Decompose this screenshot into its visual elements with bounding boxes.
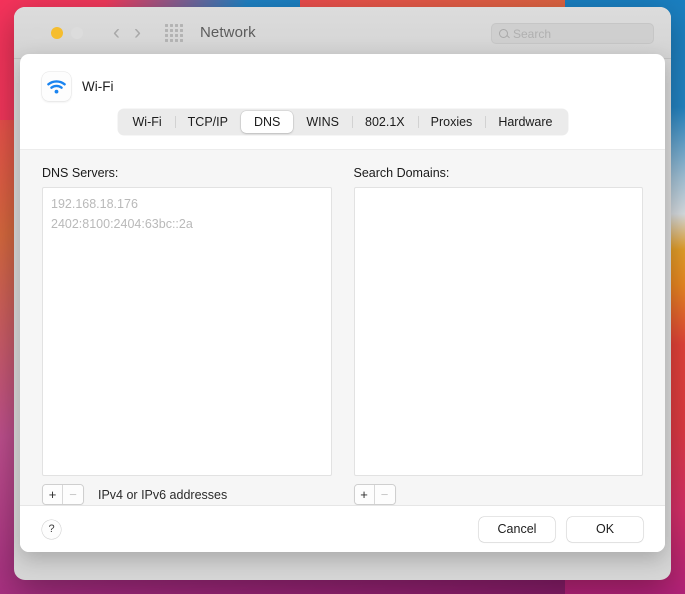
tab-wifi[interactable]: Wi-Fi [120,111,175,133]
back-arrow-icon[interactable]: ‹ [113,22,120,43]
dns-servers-list[interactable]: 192.168.18.176 2402:8100:2404:63bc::2a [42,187,332,476]
dns-servers-label: DNS Servers: [42,166,119,180]
service-name-label: Wi-Fi [82,79,114,94]
forward-arrow-icon[interactable]: › [134,22,141,43]
close-button[interactable] [31,26,43,39]
minimize-button[interactable] [51,26,63,39]
ok-button[interactable]: OK [567,516,643,542]
network-settings-sheet: Wi-Fi Wi-Fi TCP/IP DNS WINS 802.1X Proxi… [20,54,665,552]
tab-proxies[interactable]: Proxies [417,111,486,133]
remove-dns-server-button: − [63,485,83,504]
navigation-arrows: ‹ › [113,22,141,43]
sheet-header: Wi-Fi [20,54,665,101]
search-domains-list[interactable] [353,187,643,476]
dns-servers-controls: + − IPv4 or IPv6 addresses [42,484,332,505]
list-item[interactable]: 192.168.18.176 [51,194,323,214]
sheet-footer: ? Cancel OK [20,505,665,552]
search-domains-label: Search Domains: [353,166,450,180]
help-button[interactable]: ? [42,519,61,539]
dns-pane: DNS Servers: 192.168.18.176 2402:8100:24… [20,149,665,505]
search-icon [499,29,508,38]
system-preferences-window: ‹ › Network Search Wi-Fi Wi-Fi TCP/IP DN… [14,7,671,580]
search-domain-add-remove-stepper: + − [353,484,396,505]
search-domains-controls: + − [353,484,644,505]
search-input[interactable]: Search [491,23,654,44]
wifi-icon [42,72,71,101]
search-placeholder: Search [513,26,552,41]
tab-tcpip[interactable]: TCP/IP [174,111,241,133]
cancel-button[interactable]: Cancel [479,516,555,542]
page-title: Network [200,24,256,41]
tab-hardware[interactable]: Hardware [485,111,565,133]
dns-add-remove-stepper: + − [42,484,84,505]
footer-actions: Cancel OK [479,516,643,542]
add-dns-server-button[interactable]: + [43,485,63,504]
desktop-wallpaper: ‹ › Network Search Wi-Fi Wi-Fi TCP/IP DN… [0,0,685,594]
add-search-domain-button[interactable]: + [354,485,375,504]
tab-dns[interactable]: DNS [240,111,294,133]
traffic-lights [31,26,83,39]
window-toolbar: ‹ › Network Search [14,7,671,59]
tab-group: Wi-Fi TCP/IP DNS WINS 802.1X Proxies Har… [117,109,568,135]
dns-address-hint: IPv4 or IPv6 addresses [98,487,228,502]
show-all-grid-icon[interactable] [165,23,183,42]
search-domains-column: Search Domains: + − [353,166,644,505]
list-item[interactable]: 2402:8100:2404:63bc::2a [51,214,323,234]
dns-servers-column: DNS Servers: 192.168.18.176 2402:8100:24… [42,166,332,505]
zoom-button[interactable] [71,26,83,39]
tab-8021x[interactable]: 802.1X [352,111,418,133]
tab-wins[interactable]: WINS [293,111,352,133]
remove-search-domain-button: − [374,485,395,504]
tab-bar: Wi-Fi TCP/IP DNS WINS 802.1X Proxies Har… [20,109,665,135]
